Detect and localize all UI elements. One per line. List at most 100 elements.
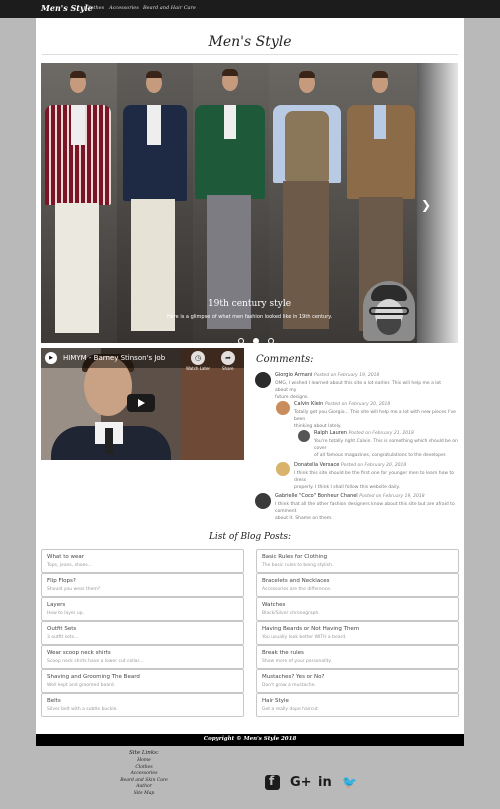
blog-post-title[interactable]: Outfit Sets [47,626,76,632]
hipster-logo-icon [363,281,415,341]
comment-text-line: I think this site should be the first on… [294,471,455,483]
comment-text: OMG, I wished I learned about this site … [275,380,455,401]
nav-link-clothes[interactable]: Clothes [85,5,104,11]
blog-post-subtitle: Show more of your personality. [262,659,332,664]
clock-icon[interactable]: ◷ [191,351,205,365]
blog-post-item[interactable]: Belts Silver belt with a subtle buckle. [41,693,244,717]
video-player[interactable]: ▶ HIMYM - Barney Stinson's Job ◷ Watch L… [41,348,244,460]
carousel-indicator-2[interactable] [253,338,260,343]
blog-post-title[interactable]: What to wear [47,554,84,560]
blog-post-item[interactable]: Flip Flops? Should you wear them? [41,573,244,597]
comment-text-line: of all famous magazines, congratulations… [314,453,447,458]
blog-post-title[interactable]: Hair Style [262,698,289,704]
blog-post-subtitle: Should you wear them? [47,587,101,592]
comment-date: Posted on February 21, 2018 [348,431,414,436]
image-carousel[interactable]: ❯ 19th century style Here is a glimpse o… [41,63,458,343]
page-container: Men's Style ❯ 19th century style Here is… [36,18,464,734]
blog-post-item[interactable]: Wear scoop neck shirts Scoop neck shirts … [41,645,244,669]
blog-post-item[interactable]: Layers How to layer up. [41,597,244,621]
blog-post-subtitle: Don't grow a mustache. [262,683,316,688]
twitter-icon[interactable]: 🐦 [342,775,357,789]
site-links-title: Site Links: [129,750,159,756]
watch-later-label: Watch Later [186,366,211,371]
blog-post-title[interactable]: Mustaches? Yes or No? [262,674,324,680]
google-plus-icon[interactable]: G+ [290,775,312,790]
facebook-icon[interactable]: f [265,774,280,790]
footer-copyright: Copyright © Men's Style 2018 [203,736,297,742]
comment-date: Posted on February 19, 2018 [359,494,425,499]
blog-post-title[interactable]: Flip Flops? [47,578,76,584]
blog-post-title[interactable]: Wear scoop neck shirts [47,650,111,656]
title-divider [42,54,458,55]
blog-post-subtitle: The basic rules to being stylish. [262,563,334,568]
blog-post-item[interactable]: Mustaches? Yes or No? Don't grow a mustac… [256,669,459,693]
blog-post-subtitle: Silver belt with a subtle buckle. [47,707,118,712]
carousel-indicators [238,329,278,343]
site-link-site-map[interactable]: Site Map [108,791,180,798]
comment-text: I think that all the other fashion desig… [275,501,458,522]
blog-post-subtitle: You usually look better WITH a beard. [262,635,347,640]
blog-post-item[interactable]: Shaving and Grooming The Beard Well kept … [41,669,244,693]
blog-post-subtitle: How to layer up. [47,611,85,616]
carousel-caption-text: Here is a glimpse of what men fashion lo… [166,314,333,320]
play-button[interactable] [127,394,155,412]
site-links: Site Links: Home Clothes Accessories Bea… [108,750,180,797]
blog-post-title[interactable]: Having Beards or Not Having Them [262,626,359,632]
blog-post-title[interactable]: Shaving and Grooming The Beard [47,674,140,680]
blog-post-subtitle: Scoop neck shirts have a lower cut colla… [47,659,144,664]
carousel-indicator-1[interactable] [238,338,244,343]
comment-text: Totally get you Giorgio... This site wil… [294,409,456,430]
avatar [298,430,310,442]
comment-author[interactable]: Gabrielle "Coco" Bonheur Chanel [275,493,358,499]
comments-title: Comments: [256,354,314,365]
blog-post-item[interactable]: Hair Style Get a really dope haircut. [256,693,459,717]
comment-date: Posted on February 19, 2018 [313,373,380,378]
blog-post-title[interactable]: Break the rules [262,650,304,656]
blog-post-item[interactable]: Watches Black/Silver chronograph. [256,597,459,621]
video-titlebar: ▶ HIMYM - Barney Stinson's Job ◷ Watch L… [41,348,244,371]
blog-post-subtitle: Tops, jeans, shoes... [47,563,92,568]
comment-author[interactable]: Donatella Versace [294,462,339,468]
blog-post-title[interactable]: Basic Rules for Clothing [262,554,327,560]
blog-post-title[interactable]: Belts [47,698,61,704]
blog-post-item[interactable]: Basic Rules for Clothing The basic rules … [256,549,459,573]
comment-text-line: thinking about lately. [294,424,342,429]
carousel-caption-title: 19th century style [207,299,292,309]
comment-text-line: You're totally right Calvin. This is som… [314,439,458,451]
comment-text-line: OMG, I wished I learned about this site … [275,381,442,393]
comment-date: Posted on February 20, 2018 [324,402,391,407]
blog-post-item[interactable]: Outfit Sets 3 outfit sets... [41,621,244,645]
top-navbar: Men's Style Clothes Accessories Beard an… [0,0,500,18]
blog-post-item[interactable]: Bracelets and Necklaces Accessories are t… [256,573,459,597]
share-icon[interactable]: ➦ [221,351,235,365]
blog-post-item[interactable]: What to wear Tops, jeans, shoes... [41,549,244,573]
comment-text-line: properly. I think I shall follow this we… [294,485,400,490]
blog-post-title[interactable]: Bracelets and Necklaces [262,578,329,584]
comment-author[interactable]: Calvin Klein [294,401,323,407]
blog-post-title[interactable]: Layers [47,602,65,608]
comment-text: You're totally right Calvin. This is som… [314,438,458,459]
play-icon [138,399,145,407]
avatar [276,462,290,476]
blog-post-subtitle: Get a really dope haircut. [262,707,320,712]
comment-author[interactable]: Ralph Lauren [314,430,347,436]
chevron-right-icon[interactable]: ❯ [421,198,431,212]
blog-post-item[interactable]: Having Beards or Not Having Them You usua… [256,621,459,645]
video-title[interactable]: HIMYM - Barney Stinson's Job [63,354,165,362]
blog-post-subtitle: Black/Silver chronograph. [262,611,320,616]
nav-link-beard-hair-care[interactable]: Beard and Hair Care [143,5,196,11]
nav-link-accessories[interactable]: Accessories [109,5,139,11]
comment-date: Posted on February 20, 2018 [340,463,407,468]
youtube-channel-icon[interactable]: ▶ [45,352,57,364]
linkedin-icon[interactable]: in [318,775,332,790]
comment-author[interactable]: Giorgio Armani [275,372,312,378]
comment-text-line: Totally get you Giorgio... This site wil… [294,410,456,422]
comment-text-line: about it. Shame on them. [275,516,333,521]
page-title: Men's Style [208,34,292,50]
carousel-indicator-3[interactable] [268,338,275,343]
blog-post-item[interactable]: Break the rules Show more of your persona… [256,645,459,669]
blog-list-title: List of Blog Posts: [208,532,292,542]
footer-bar: Copyright © Men's Style 2018 [36,734,464,746]
blog-post-title[interactable]: Watches [262,602,285,608]
share-label: Share [222,366,234,371]
